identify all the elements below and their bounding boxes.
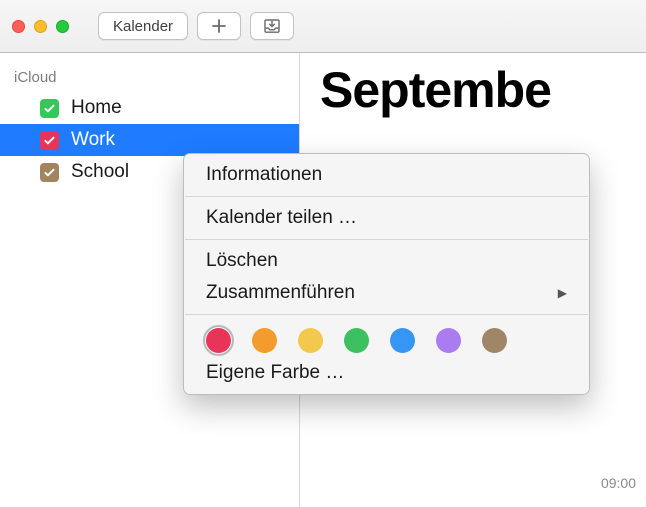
color-swatch-yellow[interactable] [298,328,323,353]
menu-item-delete[interactable]: Löschen [184,245,589,277]
color-swatch-purple[interactable] [436,328,461,353]
time-label: 09:00 [601,475,636,491]
close-icon[interactable] [12,20,25,33]
color-swatch-orange[interactable] [252,328,277,353]
color-swatch-row [184,320,589,357]
calendars-toggle-button[interactable]: Kalender [98,12,188,40]
color-swatch-blue[interactable] [390,328,415,353]
menu-item-custom-color[interactable]: Eigene Farbe … [184,357,589,389]
menu-item-share[interactable]: Kalender teilen … [184,202,589,234]
chevron-right-icon: ▶ [558,286,567,300]
menu-item-label: Eigene Farbe … [206,362,344,384]
menu-item-label: Informationen [206,164,322,186]
sidebar-item-home[interactable]: Home [0,92,299,124]
sidebar-item-label: School [71,161,129,183]
zoom-icon[interactable] [56,20,69,33]
sidebar-item-work[interactable]: Work [0,124,299,156]
plus-icon [211,18,227,34]
window-controls [12,20,69,33]
menu-item-label: Kalender teilen … [206,207,357,229]
calendar-context-menu: Informationen Kalender teilen … Löschen … [183,153,590,395]
sidebar-item-label: Work [71,129,115,151]
calendars-toggle-label: Kalender [113,18,173,35]
inbox-button[interactable] [250,12,294,40]
menu-item-merge[interactable]: Zusammenführen ▶ [184,277,589,309]
menu-separator [185,239,588,240]
checkbox-work[interactable] [40,131,59,150]
check-icon [43,134,56,147]
check-icon [43,166,56,179]
menu-item-label: Zusammenführen [206,282,355,304]
checkbox-home[interactable] [40,99,59,118]
check-icon [43,102,56,115]
menu-item-info[interactable]: Informationen [184,159,589,191]
inbox-icon [263,18,281,34]
color-swatch-brown[interactable] [482,328,507,353]
menu-separator [185,314,588,315]
sidebar-group-header: iCloud [0,63,299,92]
color-swatch-red[interactable] [206,328,231,353]
menu-separator [185,196,588,197]
add-button[interactable] [197,12,241,40]
month-title: Septembe [320,61,551,119]
color-swatch-green[interactable] [344,328,369,353]
minimize-icon[interactable] [34,20,47,33]
menu-item-label: Löschen [206,250,278,272]
checkbox-school[interactable] [40,163,59,182]
sidebar-item-label: Home [71,97,122,119]
titlebar: Kalender [0,0,646,53]
app-window: Kalender iCloud Home Work [0,0,646,507]
